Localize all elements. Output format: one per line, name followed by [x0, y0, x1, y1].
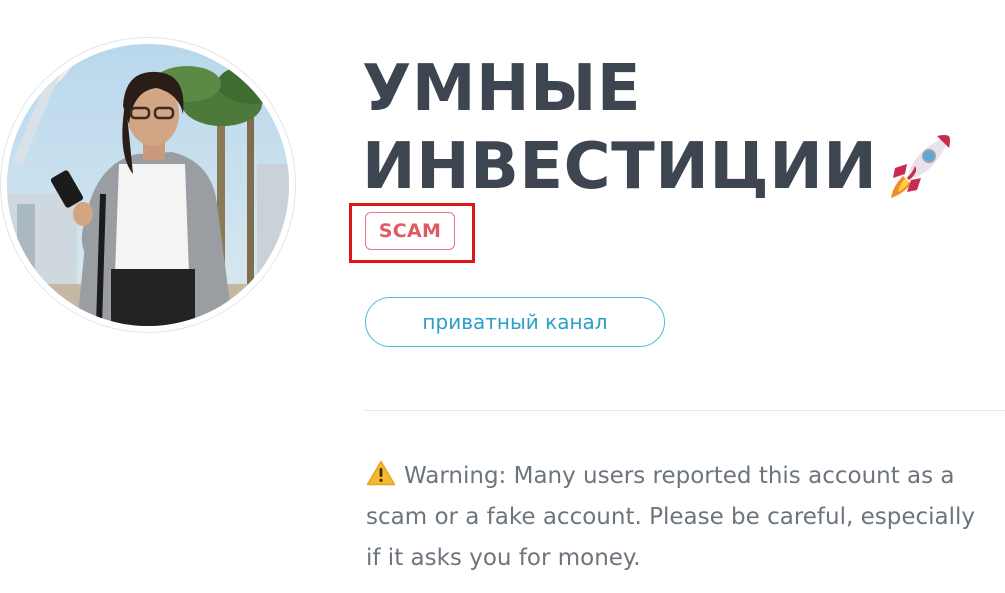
channel-title-line-2-text: ИНВЕСТИЦИИ: [362, 130, 878, 204]
warning-icon: [366, 459, 396, 486]
channel-title-line-1: УМНЫЕ: [362, 52, 642, 126]
rocket-icon: [885, 128, 957, 200]
divider: [364, 410, 1005, 411]
scam-warning: Warning: Many users reported this accoun…: [366, 456, 996, 579]
scam-badge: SCAM: [365, 212, 455, 250]
warning-text: Warning: Many users reported this accoun…: [366, 463, 976, 571]
channel-title-line-2: ИНВЕСТИЦИИ: [362, 128, 1002, 206]
channel-avatar[interactable]: [7, 44, 289, 326]
channel-profile: УМНЫЕ ИНВЕСТИЦИИ SCAM приватный канал Wa…: [0, 0, 1005, 593]
avatar-photo: [7, 44, 289, 326]
channel-title: УМНЫЕ ИНВЕСТИЦИИ: [362, 50, 1002, 206]
private-channel-button[interactable]: приватный канал: [365, 297, 665, 347]
